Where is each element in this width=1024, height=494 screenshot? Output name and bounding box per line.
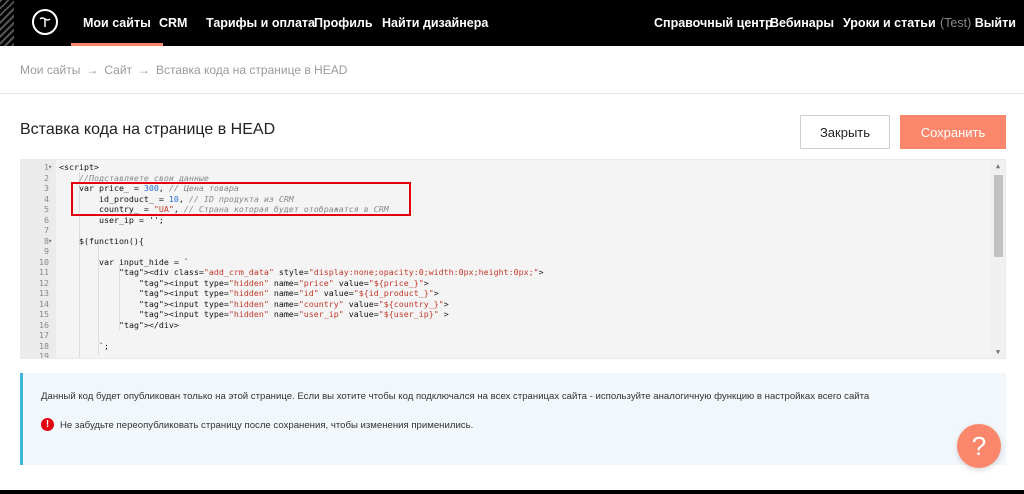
code-line: "tag"><input type="hidden" name="country… [138, 298, 449, 309]
fold-arrow-icon[interactable]: ▾ [48, 162, 52, 173]
line-number: 11 [39, 267, 49, 277]
scroll-up-icon[interactable]: ▲ [994, 162, 1002, 170]
info-message: Данный код будет опубликован только на э… [41, 391, 870, 402]
line-number: 4 [44, 193, 49, 204]
breadcrumb-separator: → [138, 63, 151, 77]
line-number: 18 [39, 340, 49, 351]
user-label: (Test) [940, 16, 972, 30]
code-line: "tag"><div class="add_crm_data" style="d… [118, 267, 544, 277]
scroll-down-icon[interactable]: ▼ [994, 348, 1002, 356]
nav-help-center[interactable]: Справочный центр [654, 16, 773, 30]
nav-webinars[interactable]: Вебинары [770, 16, 834, 30]
line-number: 7 [44, 225, 49, 235]
breadcrumb-separator: → [86, 63, 99, 77]
divider [0, 93, 1024, 94]
code-line: "tag"><input type="hidden" name="id" val… [138, 288, 439, 298]
line-number: 9 [44, 246, 49, 256]
info-panel: Данный код будет опубликован только на э… [20, 373, 1006, 465]
nav-pattern-decoration [0, 0, 14, 46]
help-button[interactable]: ? [957, 424, 1001, 468]
line-number: 3 [44, 183, 49, 193]
line-number: 17 [39, 330, 49, 340]
nav-profile[interactable]: Профиль [314, 16, 373, 30]
scroll-thumb[interactable] [994, 175, 1003, 257]
bottom-bar [0, 490, 1024, 494]
line-number: 16 [39, 319, 49, 330]
line-number: 15 [39, 309, 49, 319]
code-line: "tag"></div> [118, 319, 179, 330]
code-line: "tag"><input type="hidden" name="user_ip… [138, 309, 449, 319]
breadcrumb-current: Вставка кода на странице в HEAD [156, 63, 348, 77]
warning-icon: ! [41, 418, 54, 431]
code-line: var input_hide = ` [59, 256, 189, 267]
line-number: 10 [39, 256, 49, 267]
top-navigation: Мои сайты CRM Тарифы и оплата Профиль На… [0, 0, 1024, 46]
code-line: $(function(){ [59, 235, 144, 246]
nav-tariffs[interactable]: Тарифы и оплата [206, 16, 315, 30]
line-number: 12 [39, 277, 49, 288]
highlight-annotation-box [71, 182, 411, 216]
line-number: 8 [44, 235, 49, 246]
editor-scrollbar[interactable]: ▲ ▼ [991, 160, 1005, 358]
warning-message: Не забудьте переопубликовать страницу по… [60, 420, 474, 431]
line-number: 2 [44, 172, 49, 183]
tilda-logo-icon[interactable] [32, 9, 58, 35]
code-line: `; [59, 340, 109, 351]
nav-find-designer[interactable]: Найти дизайнера [382, 16, 488, 30]
breadcrumb: Мои сайты → Сайт → Вставка кода на странице … [20, 63, 347, 77]
logout-label: Выйти [974, 16, 1016, 30]
nav-lessons[interactable]: Уроки и статьи [843, 16, 936, 30]
code-line: "tag"><input type="hidden" name="price" … [138, 277, 429, 288]
code-line: <script> [59, 162, 99, 172]
line-number: 6 [44, 214, 49, 225]
nav-logout[interactable]: (Test) Выйти [940, 16, 1016, 30]
breadcrumb-my-sites[interactable]: Мои сайты [20, 63, 80, 77]
fold-arrow-icon[interactable]: ▾ [48, 236, 52, 247]
code-line: user_ip = ''; [59, 214, 164, 225]
nav-my-sites[interactable]: Мои сайты [71, 16, 163, 46]
line-number: 13 [39, 288, 49, 298]
save-button[interactable]: Сохранить [900, 115, 1006, 149]
code-editor[interactable]: 1 ▾ <script> 2 //Подставляете свои данные 3 … [20, 159, 1006, 359]
line-number: 19 [39, 351, 49, 359]
line-number: 1 [44, 162, 49, 172]
breadcrumb-site[interactable]: Сайт [104, 63, 132, 77]
page-title: Вставка кода на странице в HEAD [20, 121, 276, 138]
nav-crm[interactable]: CRM [159, 16, 187, 30]
close-button[interactable]: Закрыть [800, 115, 890, 149]
line-number: 5 [44, 204, 49, 214]
line-number: 14 [39, 298, 49, 309]
